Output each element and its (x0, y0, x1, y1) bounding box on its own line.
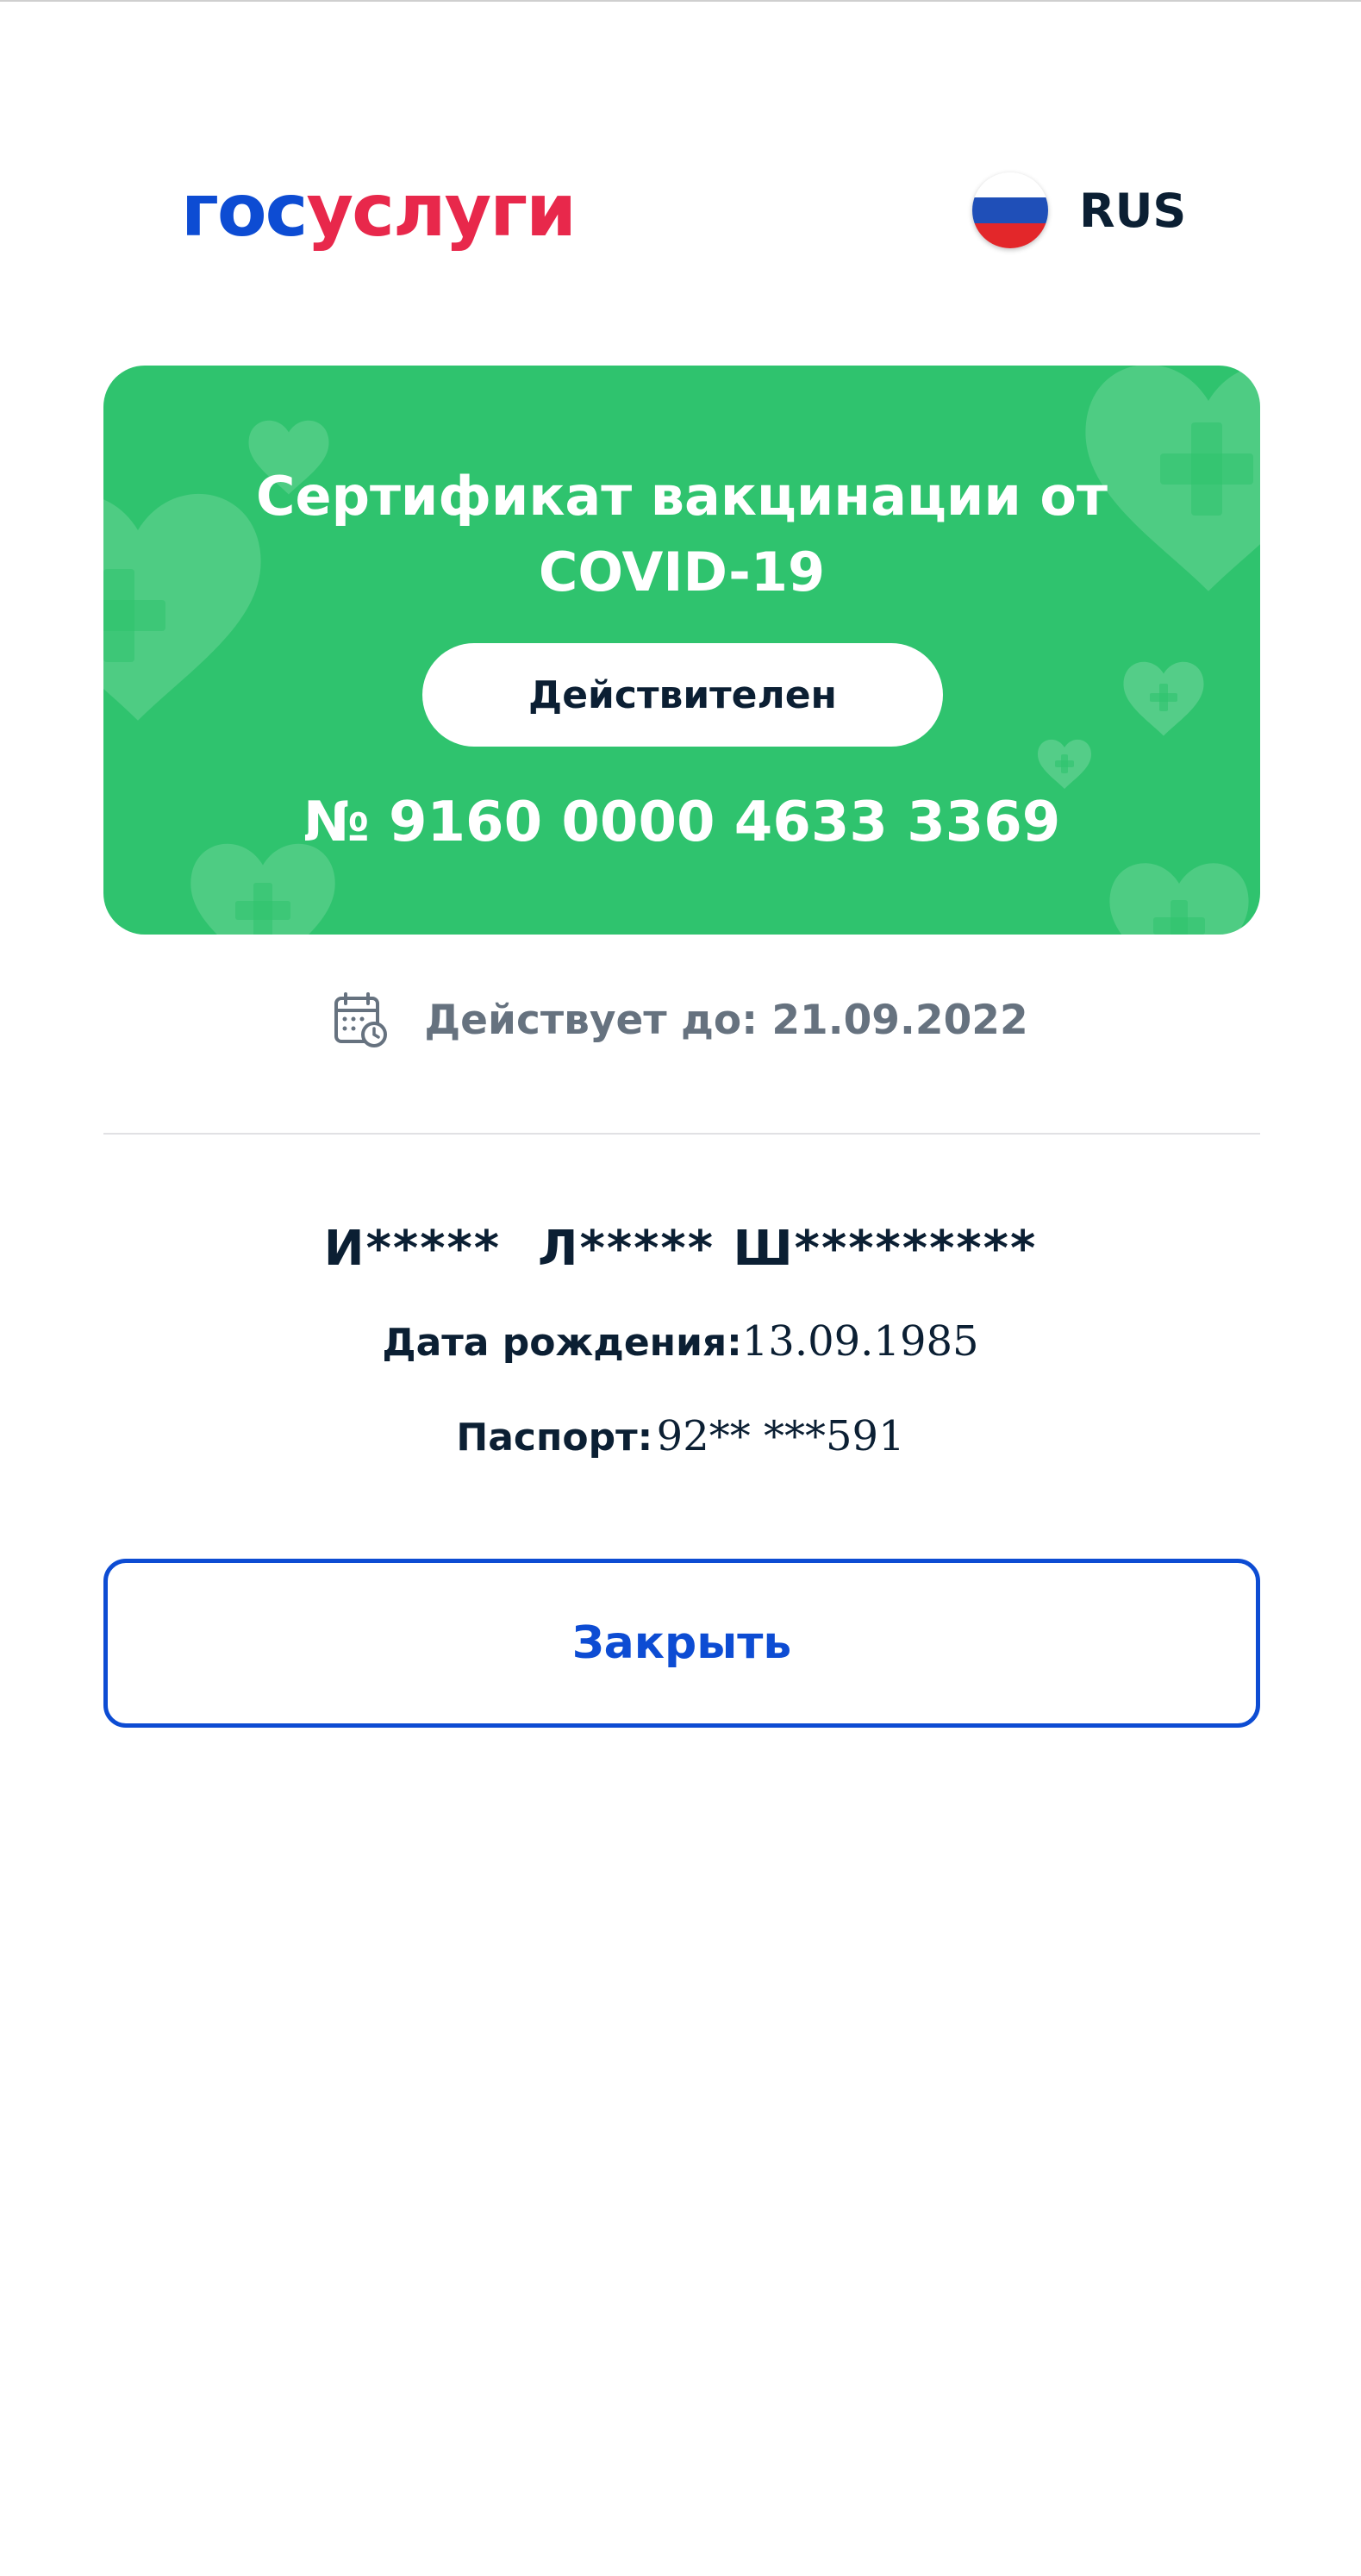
language-label: RUS (1079, 183, 1187, 238)
divider (103, 1133, 1260, 1135)
gosuslugi-logo: госуслуги (181, 174, 577, 247)
russia-flag-icon (972, 172, 1048, 248)
passport-label: Паспорт: (456, 1416, 653, 1460)
logo-text-uslugi: услуги (306, 168, 577, 253)
vaccination-certificate-card: Сертификат вакцинации от COVID-19 Действ… (103, 366, 1260, 935)
certificate-title: Сертификат вакцинации от COVID-19 (256, 465, 1108, 603)
certificate-screen: госуслуги RUS Сертификат вакцинации от C… (0, 0, 1361, 2576)
holder-name: И***** Л***** Ш********* (323, 1221, 1038, 1277)
birth-date-label: Дата рождения: (382, 1321, 742, 1365)
close-button[interactable]: Закрыть (103, 1559, 1260, 1728)
passport-value: 92** ***591 (656, 1412, 905, 1460)
calendar-clock-icon (334, 992, 388, 1047)
certificate-number: № 9160 0000 4633 3369 (303, 791, 1061, 854)
valid-until-row: Действует до: 21.09.2022 (0, 980, 1361, 1060)
language-switcher[interactable]: RUS (972, 171, 1186, 250)
status-badge: Действителен (422, 643, 943, 747)
passport-row: Паспорт: 92** ***591 (0, 1412, 1361, 1460)
birth-date-row: Дата рождения:13.09.1985 (0, 1317, 1361, 1366)
valid-until-text: Действует до: 21.09.2022 (424, 996, 1028, 1044)
logo-text-gos: гос (181, 168, 308, 253)
birth-date-value: 13.09.1985 (741, 1317, 979, 1366)
